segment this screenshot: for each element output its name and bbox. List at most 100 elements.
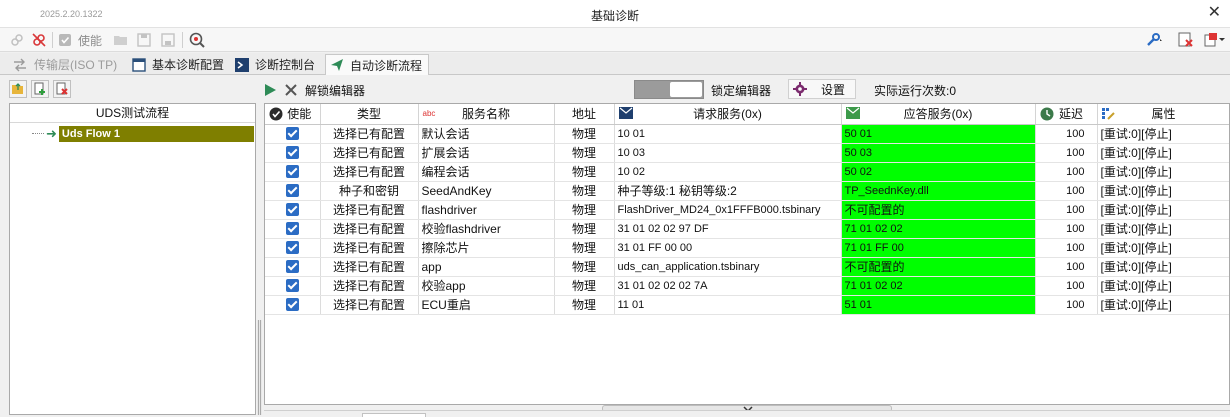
attributes-cell[interactable]: [重试:0][停止] <box>1097 257 1229 277</box>
enable-button[interactable]: 使能 <box>58 31 102 49</box>
delay-cell[interactable]: 100 <box>1035 219 1098 239</box>
diagnostic-search-icon[interactable] <box>188 31 206 49</box>
attributes-cell[interactable]: [重试:0][停止] <box>1097 219 1229 239</box>
attributes-cell[interactable]: [重试:0][停止] <box>1097 238 1229 258</box>
tab-console[interactable]: 诊断控制台 <box>231 54 323 75</box>
table-row[interactable]: 选择已有配置 擦除芯片 物理 31 01 FF 00 00 71 01 FF 0… <box>265 238 1229 258</box>
delete-flow-button[interactable] <box>53 80 71 98</box>
export-menu-icon[interactable] <box>1204 31 1226 49</box>
response-cell[interactable]: 不可配置的 <box>841 257 1036 277</box>
response-cell[interactable]: 不可配置的 <box>841 200 1036 220</box>
save-icon[interactable] <box>137 31 151 49</box>
delay-cell[interactable]: 100 <box>1035 276 1098 296</box>
type-cell[interactable]: 选择已有配置 <box>320 238 419 258</box>
address-cell[interactable]: 物理 <box>554 276 615 296</box>
delay-cell[interactable]: 100 <box>1035 181 1098 201</box>
enable-checkbox[interactable] <box>265 276 321 296</box>
address-cell[interactable]: 物理 <box>554 295 615 315</box>
attributes-cell[interactable]: [重试:0][停止] <box>1097 162 1229 182</box>
delay-cell[interactable]: 100 <box>1035 257 1098 277</box>
close-icon[interactable]: ✕ <box>1208 4 1221 22</box>
attributes-cell[interactable]: [重试:0][停止] <box>1097 295 1229 315</box>
delay-cell[interactable]: 100 <box>1035 238 1098 258</box>
delay-cell[interactable]: 100 <box>1035 143 1098 163</box>
response-cell[interactable]: 71 01 02 02 <box>841 219 1036 239</box>
request-cell[interactable]: 31 01 02 02 02 7A <box>614 276 842 296</box>
tab-basic-config[interactable]: 基本诊断配置 <box>128 54 229 75</box>
enable-checkbox[interactable] <box>265 238 321 258</box>
col-address[interactable]: 地址 <box>554 104 615 125</box>
request-cell[interactable]: uds_can_application.tsbinary <box>614 257 842 277</box>
response-cell[interactable]: TP_SeednKey.dll <box>841 181 1036 201</box>
address-cell[interactable]: 物理 <box>554 200 615 220</box>
enable-checkbox[interactable] <box>265 162 321 182</box>
table-row[interactable]: 选择已有配置 ECU重启 物理 11 01 51 01 100 [重试:0][停… <box>265 295 1229 315</box>
attributes-cell[interactable]: [重试:0][停止] <box>1097 181 1229 201</box>
col-delay[interactable]: 延迟 <box>1035 104 1098 125</box>
type-cell[interactable]: 种子和密钥 <box>320 181 419 201</box>
table-row[interactable]: 种子和密钥 SeedAndKey 物理 种子等级:1 秘钥等级:2 TP_See… <box>265 181 1229 201</box>
delay-cell[interactable]: 100 <box>1035 124 1098 144</box>
delete-config-icon[interactable] <box>1178 31 1194 49</box>
settings-button[interactable]: 设置 <box>788 79 856 99</box>
enable-checkbox[interactable] <box>265 200 321 220</box>
request-cell[interactable]: 31 01 02 02 97 DF <box>614 219 842 239</box>
enable-checkbox[interactable] <box>265 295 321 315</box>
name-cell[interactable]: 校验app <box>418 276 555 296</box>
tab-transport[interactable]: 传输层(ISO TP) <box>8 54 126 75</box>
request-cell[interactable]: 种子等级:1 秘钥等级:2 <box>614 181 842 201</box>
col-response[interactable]: 应答服务(0x) <box>841 104 1036 125</box>
attributes-cell[interactable]: [重试:0][停止] <box>1097 124 1229 144</box>
import-flow-button[interactable] <box>9 80 27 98</box>
enable-checkbox[interactable] <box>265 124 321 144</box>
unlock-editor-button[interactable]: 解锁编辑器 <box>285 82 365 98</box>
enable-checkbox[interactable] <box>265 257 321 277</box>
response-cell[interactable]: 50 02 <box>841 162 1036 182</box>
editor-lock-toggle[interactable] <box>634 80 704 99</box>
name-cell[interactable]: 默认会话 <box>418 124 555 144</box>
address-cell[interactable]: 物理 <box>554 257 615 277</box>
name-cell[interactable]: 扩展会话 <box>418 143 555 163</box>
address-cell[interactable]: 物理 <box>554 181 615 201</box>
attributes-cell[interactable]: [重试:0][停止] <box>1097 200 1229 220</box>
response-cell[interactable]: 71 01 FF 00 <box>841 238 1036 258</box>
disconnect-icon[interactable] <box>31 31 47 49</box>
delay-cell[interactable]: 100 <box>1035 200 1098 220</box>
type-cell[interactable]: 选择已有配置 <box>320 143 419 163</box>
response-cell[interactable]: 71 01 02 02 <box>841 276 1036 296</box>
col-enable[interactable]: 使能 <box>265 104 321 125</box>
open-folder-icon[interactable] <box>113 31 129 49</box>
col-name[interactable]: abc 服务名称 <box>418 104 555 125</box>
col-attributes[interactable]: 属性 <box>1097 104 1229 125</box>
address-cell[interactable]: 物理 <box>554 124 615 144</box>
save-as-icon[interactable] <box>161 31 175 49</box>
type-cell[interactable]: 选择已有配置 <box>320 257 419 277</box>
type-cell[interactable]: 选择已有配置 <box>320 124 419 144</box>
attributes-cell[interactable]: [重试:0][停止] <box>1097 276 1229 296</box>
col-request[interactable]: 请求服务(0x) <box>614 104 842 125</box>
response-cell[interactable]: 50 03 <box>841 143 1036 163</box>
name-cell[interactable]: 擦除芯片 <box>418 238 555 258</box>
flow-tree-item[interactable]: ➜ Uds Flow 1 <box>32 125 254 142</box>
table-row[interactable]: 选择已有配置 flashdriver 物理 FlashDriver_MD24_0… <box>265 200 1229 220</box>
request-cell[interactable]: 11 01 <box>614 295 842 315</box>
attributes-cell[interactable]: [重试:0][停止] <box>1097 143 1229 163</box>
add-flow-button[interactable] <box>31 80 49 98</box>
name-cell[interactable]: 校验flashdriver <box>418 219 555 239</box>
bottom-tab[interactable] <box>362 413 426 417</box>
request-cell[interactable]: 31 01 FF 00 00 <box>614 238 842 258</box>
table-row[interactable]: 选择已有配置 默认会话 物理 10 01 50 01 100 [重试:0][停止… <box>265 124 1229 144</box>
connect-icon[interactable] <box>9 31 25 49</box>
address-cell[interactable]: 物理 <box>554 219 615 239</box>
response-cell[interactable]: 50 01 <box>841 124 1036 144</box>
name-cell[interactable]: ECU重启 <box>418 295 555 315</box>
run-button[interactable] <box>263 82 277 98</box>
enable-checkbox[interactable] <box>265 143 321 163</box>
delay-cell[interactable]: 100 <box>1035 295 1098 315</box>
table-row[interactable]: 选择已有配置 扩展会话 物理 10 03 50 03 100 [重试:0][停止… <box>265 143 1229 163</box>
delay-cell[interactable]: 100 <box>1035 162 1098 182</box>
type-cell[interactable]: 选择已有配置 <box>320 162 419 182</box>
table-row[interactable]: 选择已有配置 校验flashdriver 物理 31 01 02 02 97 D… <box>265 219 1229 239</box>
wrench-icon[interactable] <box>1146 31 1164 49</box>
name-cell[interactable]: SeedAndKey <box>418 181 555 201</box>
